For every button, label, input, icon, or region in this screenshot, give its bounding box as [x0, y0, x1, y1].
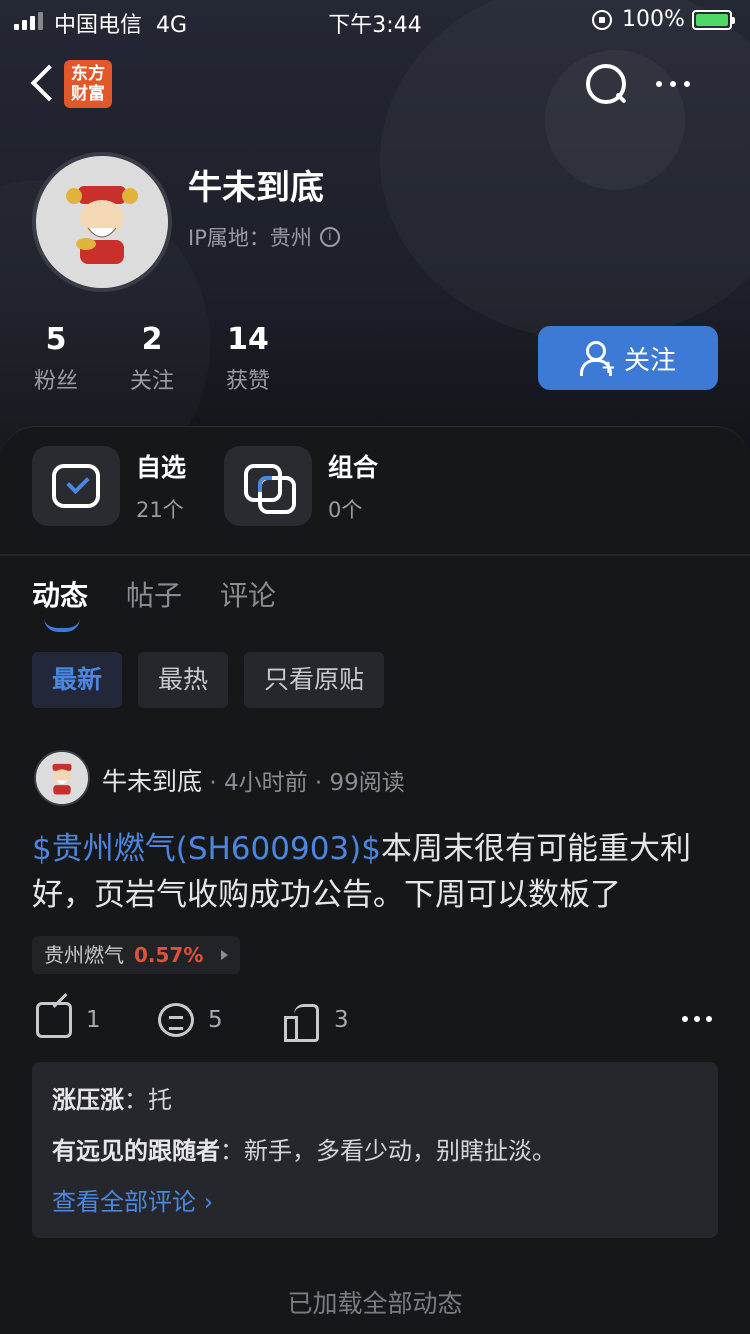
like-button[interactable]: 3: [284, 1000, 349, 1042]
status-bar: 中国电信 4G 下午3:44 100%: [0, 0, 750, 40]
tab-bar: 动态 帖子 评论: [32, 574, 276, 632]
comment-button[interactable]: 5: [158, 1000, 223, 1040]
ip-location: IP属地：贵州 i: [188, 222, 340, 252]
decorative-circle: [380, 0, 750, 340]
filter-latest[interactable]: 最新: [32, 652, 123, 708]
stock-ticker-chip[interactable]: 贵州燃气 0.57%: [32, 936, 241, 974]
divider: [0, 554, 750, 556]
comment-item: 有远见的跟随者：新手，多看少动，别瞎扯淡。: [52, 1137, 556, 1165]
thumbs-up-icon: [284, 1002, 320, 1042]
add-user-icon: +: [579, 341, 616, 377]
arrow-right-icon: [221, 950, 229, 960]
battery-percent: 100%: [622, 7, 685, 32]
stat-following[interactable]: 2 关注: [112, 322, 192, 395]
tab-activity[interactable]: 动态: [32, 574, 88, 632]
search-icon[interactable]: [584, 62, 628, 106]
watchlist-link[interactable]: 自选 21个: [32, 446, 186, 526]
share-button[interactable]: 1: [36, 1000, 101, 1040]
tab-comments[interactable]: 评论: [220, 574, 276, 614]
filter-bar: 最新 最热 只看原贴: [32, 652, 385, 708]
view-all-comments-link[interactable]: 查看全部评论 ›: [52, 1182, 698, 1217]
username: 牛未到底: [188, 168, 324, 208]
filter-hottest[interactable]: 最热: [138, 652, 229, 708]
orientation-lock-icon: [592, 10, 612, 30]
checkbox-icon: [52, 464, 100, 508]
follow-button[interactable]: + 关注: [538, 326, 718, 390]
end-of-feed-label: 已加载全部动态: [287, 1289, 463, 1318]
back-icon[interactable]: [26, 62, 66, 106]
filter-original-only[interactable]: 只看原贴: [244, 652, 385, 708]
comment-preview[interactable]: 涨压涨：托 有远见的跟随者：新手，多看少动，别瞎扯淡。 查看全部评论 ›: [32, 1062, 718, 1238]
battery-icon: [692, 10, 735, 30]
share-icon: [36, 1002, 72, 1038]
tab-posts[interactable]: 帖子: [126, 574, 182, 614]
comment-icon: [158, 1003, 194, 1037]
post-time: 4小时前: [223, 770, 308, 796]
post-author-avatar[interactable]: [34, 750, 90, 806]
stat-likes[interactable]: 14 获赞: [208, 322, 288, 395]
info-icon[interactable]: i: [319, 227, 340, 247]
price-change: 0.57%: [134, 943, 204, 967]
more-icon[interactable]: [656, 72, 700, 96]
avatar[interactable]: [32, 152, 172, 292]
comment-item: 涨压涨：托: [52, 1086, 172, 1114]
app-logo: 东方 财富: [64, 60, 112, 108]
post-more-icon[interactable]: [682, 1016, 712, 1022]
portfolio-icon: [244, 464, 296, 514]
post-author-name[interactable]: 牛未到底: [102, 767, 202, 796]
stock-tag-link[interactable]: $贵州燃气(SH600903)$: [32, 831, 381, 867]
stat-fans[interactable]: 5 粉丝: [16, 322, 96, 395]
portfolio-link[interactable]: 组合 0个: [224, 446, 378, 526]
post-content[interactable]: $贵州燃气(SH600903)$本周末很有可能重大利好，页岩气收购成功公告。下周…: [32, 826, 722, 918]
post-meta: 牛未到底 · 4小时前 · 99阅读: [102, 767, 405, 796]
post-reads: 99阅读: [329, 770, 405, 796]
